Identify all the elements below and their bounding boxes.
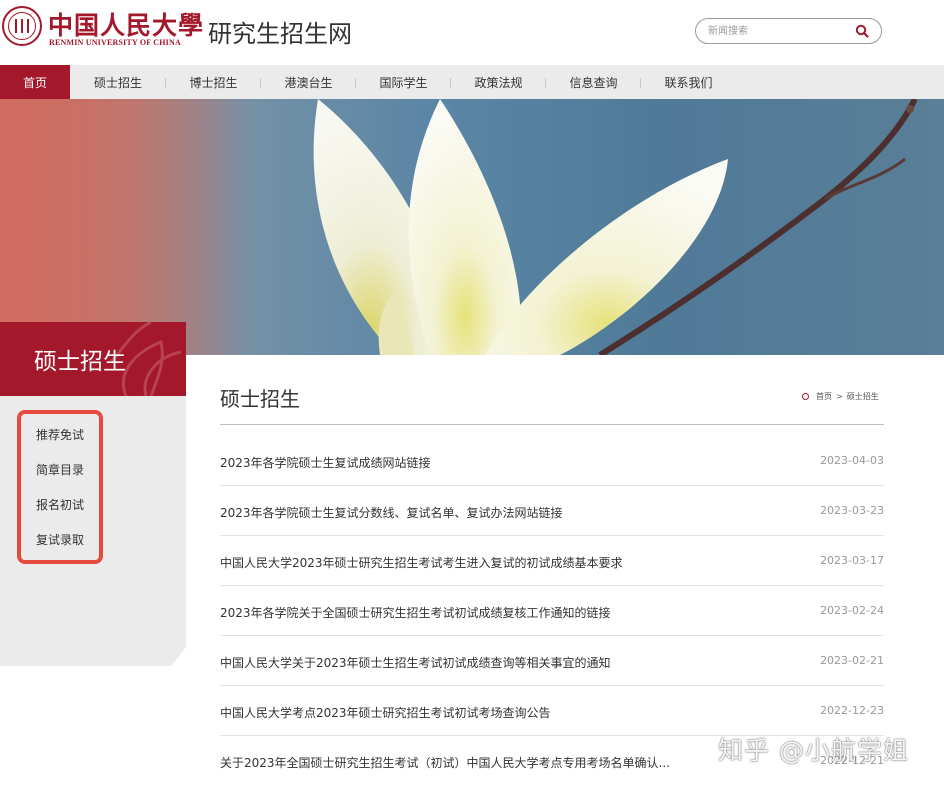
nav-label: 博士招生 xyxy=(189,75,238,90)
news-title[interactable]: 2023年各学院关于全国硕士研究生招生考试初试成绩复核工作通知的链接 xyxy=(220,604,611,621)
nav-item-home[interactable]: 首页 xyxy=(0,65,70,99)
nav-label: 国际学生 xyxy=(379,75,428,90)
list-item[interactable]: 2023年各学院硕士生复试成绩网站链接 2023-04-03 xyxy=(220,436,884,486)
magnolia-illustration xyxy=(0,99,918,355)
news-title[interactable]: 关于2023年全国硕士研究生招生考试（初试）中国人民大学考点专用考场名单确认..… xyxy=(220,754,670,771)
news-title[interactable]: 2023年各学院硕士生复试分数线、复试名单、复试办法网站链接 xyxy=(220,504,563,521)
news-date: 2023-02-24 xyxy=(820,604,884,617)
news-date: 2023-03-17 xyxy=(820,554,884,567)
news-date: 2022-12-23 xyxy=(820,704,884,717)
site-title: 研究生招生网 xyxy=(208,20,352,48)
logo-english-name[interactable]: RENMIN UNIVERSITY OF CHINA xyxy=(49,38,181,47)
sidebar-title: 硕士招生 xyxy=(34,349,126,375)
nav-item-doctoral[interactable]: 博士招生 xyxy=(166,65,261,99)
breadcrumb-home[interactable]: 首页 xyxy=(816,391,832,402)
nav-item-international[interactable]: 国际学生 xyxy=(356,65,451,99)
news-title[interactable]: 中国人民大学关于2023年硕士生招生考试初试成绩查询等相关事宜的通知 xyxy=(220,654,611,671)
watermark: 知乎 @小航学姐 xyxy=(718,736,909,765)
nav-item-contact[interactable]: 联系我们 xyxy=(641,65,736,99)
news-date: 2023-03-23 xyxy=(820,504,884,517)
news-date: 2023-04-03 xyxy=(820,454,884,467)
news-title[interactable]: 中国人民大学2023年硕士研究生招生考试考生进入复试的初试成绩基本要求 xyxy=(220,554,623,571)
sidebar-item-recommend-exempt[interactable]: 推荐免试 xyxy=(21,422,99,457)
breadcrumb: 首页 > 硕士招生 xyxy=(802,391,879,402)
logo-chinese-name[interactable]: 中国人民大學 xyxy=(48,6,204,42)
main-nav: 首页 硕士招生 博士招生 港澳台生 国际学生 政策法规 信息查询 联系我们 xyxy=(0,65,944,99)
sidebar-menu: 推荐免试 简章目录 报名初试 复试录取 xyxy=(17,410,103,564)
nav-label: 首页 xyxy=(22,75,47,90)
sidebar-title-box: 硕士招生 xyxy=(0,322,186,396)
location-dot-icon xyxy=(802,393,809,400)
list-item[interactable]: 2023年各学院硕士生复试分数线、复试名单、复试办法网站链接 2023-03-2… xyxy=(220,486,884,536)
list-item[interactable]: 中国人民大学关于2023年硕士生招生考试初试成绩查询等相关事宜的通知 2023-… xyxy=(220,636,884,686)
list-item[interactable]: 2023年各学院关于全国硕士研究生招生考试初试成绩复核工作通知的链接 2023-… xyxy=(220,586,884,636)
page-title: 硕士招生 xyxy=(220,387,300,411)
list-item[interactable]: 中国人民大学2023年硕士研究生招生考试考生进入复试的初试成绩基本要求 2023… xyxy=(220,536,884,586)
title-divider xyxy=(220,424,884,425)
search-input[interactable] xyxy=(708,23,848,39)
sidebar-item-retest-admission[interactable]: 复试录取 xyxy=(21,527,99,562)
banner-image xyxy=(0,99,944,355)
breadcrumb-current[interactable]: 硕士招生 xyxy=(847,391,879,402)
nav-item-masters[interactable]: 硕士招生 xyxy=(70,65,166,99)
nav-label: 硕士招生 xyxy=(93,75,142,90)
sidebar-item-registration-exam[interactable]: 报名初试 xyxy=(21,492,99,527)
site-header: 中国人民大學 RENMIN UNIVERSITY OF CHINA 研究生招生网 xyxy=(0,0,944,65)
news-title[interactable]: 中国人民大学考点2023年硕士研究招生考试初试考场查询公告 xyxy=(220,704,551,721)
news-date: 2023-02-21 xyxy=(820,654,884,667)
nav-label: 联系我们 xyxy=(664,75,713,90)
nav-label: 政策法规 xyxy=(474,75,523,90)
nav-item-info-query[interactable]: 信息查询 xyxy=(546,65,641,99)
nav-label: 港澳台生 xyxy=(284,75,333,90)
sidebar-item-brochure-catalog[interactable]: 简章目录 xyxy=(21,457,99,492)
list-item[interactable]: 中国人民大学考点2023年硕士研究招生考试初试考场查询公告 2022-12-23 xyxy=(220,686,884,736)
nav-item-hk-macao-taiwan[interactable]: 港澳台生 xyxy=(261,65,356,99)
breadcrumb-separator: > xyxy=(836,392,843,401)
nav-label: 信息查询 xyxy=(569,75,618,90)
search-icon[interactable] xyxy=(855,24,869,38)
search-box xyxy=(695,18,882,44)
university-seal-icon[interactable] xyxy=(2,6,42,46)
nav-item-policies[interactable]: 政策法规 xyxy=(451,65,546,99)
news-title[interactable]: 2023年各学院硕士生复试成绩网站链接 xyxy=(220,454,431,471)
